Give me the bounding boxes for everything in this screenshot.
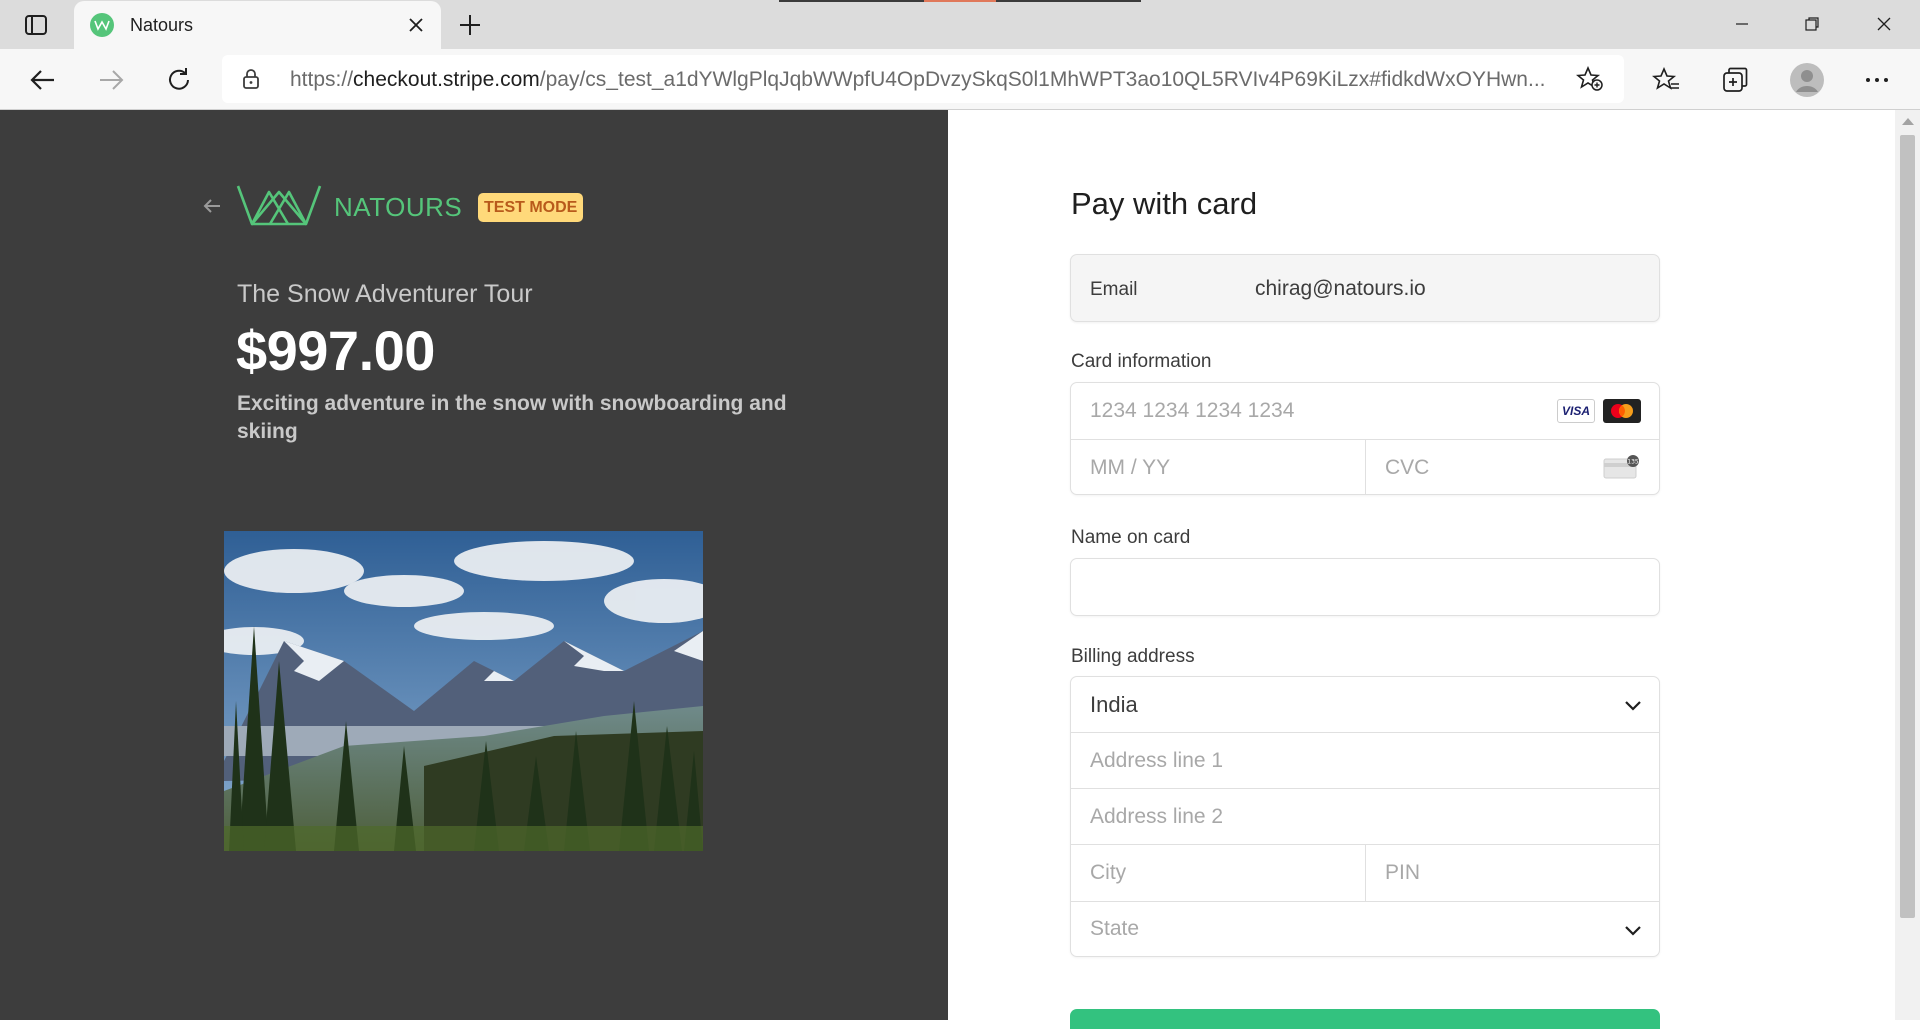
pay-button[interactable] [1070,1009,1660,1029]
pin-field[interactable] [1366,845,1659,900]
browser-tab[interactable]: Natours [74,1,441,49]
mastercard-icon [1603,399,1641,423]
visa-icon: VISA [1557,399,1595,423]
plus-icon[interactable] [455,10,485,40]
tab-actions-icon[interactable] [22,12,50,38]
checkout-page: NATOURS TEST MODE The Snow Adventurer To… [0,110,1920,1029]
natours-logo[interactable] [236,182,322,233]
brand-name: NATOURS [334,192,463,222]
expiry-field[interactable] [1071,440,1365,494]
product-summary-panel: NATOURS TEST MODE The Snow Adventurer To… [0,110,948,1020]
name-on-card-input[interactable] [1071,559,1659,615]
scrollbar[interactable] [1895,110,1920,1020]
collections-icon[interactable] [1718,63,1752,97]
minimize-icon[interactable] [1722,8,1762,40]
card-information-label: Card information [1071,351,1212,372]
browser-tab-bar: Natours [0,0,1920,49]
url-text[interactable]: https://checkout.stripe.com/pay/cs_test_… [290,68,1570,92]
name-on-card-label: Name on card [1071,527,1191,548]
billing-address-group: India State [1070,676,1660,957]
add-favorite-icon[interactable] [1575,65,1604,97]
refresh-icon[interactable] [162,63,196,97]
product-description: Exciting adventure in the snow with snow… [237,392,787,443]
state-select[interactable]: State [1071,902,1659,956]
address-line-1-input[interactable] [1071,733,1659,788]
email-display: Email chirag@natours.io [1070,254,1660,322]
country-select[interactable]: India [1071,677,1659,732]
name-on-card-group [1070,558,1660,616]
address-line-1-field[interactable] [1071,733,1659,788]
city-input[interactable] [1071,845,1365,900]
scrollbar-thumb[interactable] [1900,135,1915,918]
favorites-icon[interactable] [1649,63,1683,97]
form-title: Pay with card [1071,186,1258,221]
back-icon[interactable] [26,63,60,97]
scroll-up-icon[interactable] [1902,118,1914,125]
city-field[interactable] [1071,845,1365,900]
cvc-card-icon: 135 [1603,455,1641,479]
billing-address-label: Billing address [1071,646,1195,667]
forward-icon[interactable] [94,63,128,97]
loading-indicator [779,0,1141,2]
address-line-2-input[interactable] [1071,789,1659,844]
chevron-down-icon [1623,695,1643,715]
tab-title: Natours [130,15,194,35]
test-mode-badge: TEST MODE [478,193,584,222]
country-value: India [1090,692,1138,717]
product-name: The Snow Adventurer Tour [237,280,533,308]
email-label: Email [1090,279,1138,300]
svg-text:135: 135 [1627,459,1639,466]
card-information-group: VISA 135 [1070,382,1660,495]
restore-icon[interactable] [1792,8,1832,40]
chevron-down-icon [1623,920,1643,940]
state-value: State [1090,917,1140,940]
close-window-icon[interactable] [1864,8,1904,40]
back-arrow-icon[interactable] [200,194,224,218]
close-icon[interactable] [404,13,428,37]
browser-toolbar: https://checkout.stripe.com/pay/cs_test_… [0,49,1920,110]
profile-icon[interactable] [1790,63,1824,97]
pin-input[interactable] [1366,845,1659,900]
more-icon[interactable] [1860,63,1894,97]
product-image [224,531,703,851]
email-value: chirag@natours.io [1255,277,1426,300]
lock-icon[interactable] [242,68,260,95]
product-price: $997.00 [236,319,435,382]
address-bar[interactable]: https://checkout.stripe.com/pay/cs_test_… [222,55,1624,103]
name-on-card-field[interactable] [1071,559,1659,615]
favicon-icon [90,13,114,37]
expiry-input[interactable] [1071,440,1365,494]
address-line-2-field[interactable] [1071,789,1659,844]
